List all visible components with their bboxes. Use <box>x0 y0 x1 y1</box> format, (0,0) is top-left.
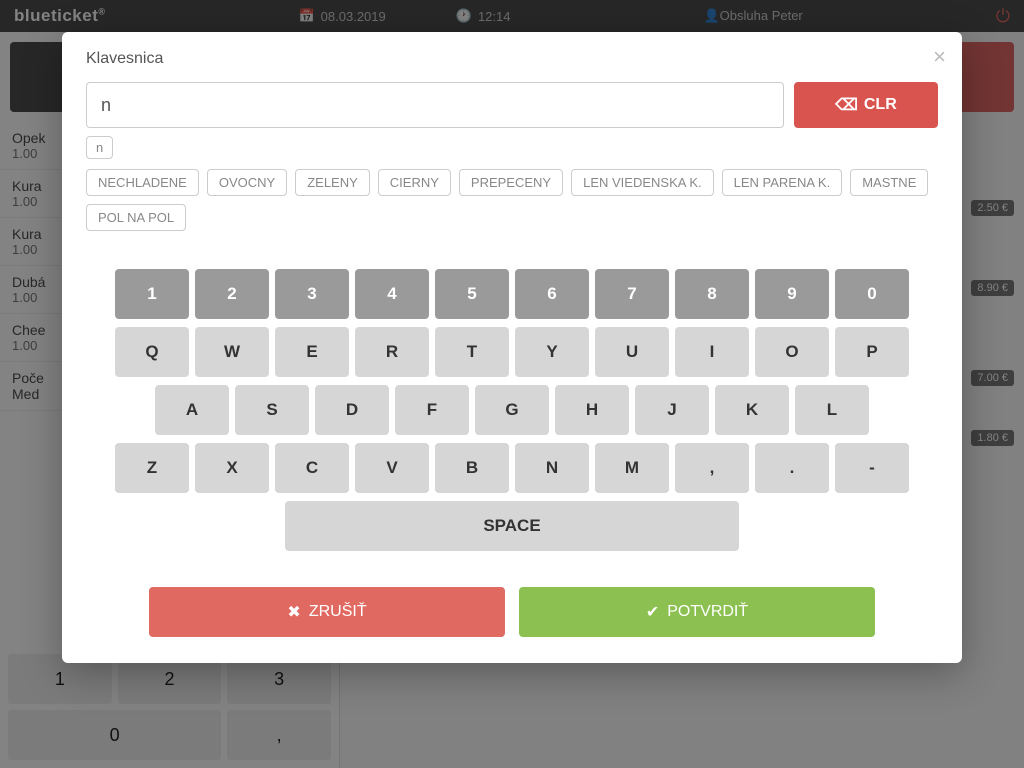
suggestion-chip[interactable]: ZELENY <box>295 169 370 196</box>
key-c[interactable]: C <box>275 443 349 493</box>
key-1[interactable]: 1 <box>115 269 189 319</box>
key-space[interactable]: SPACE <box>285 501 739 551</box>
suggestion-chip[interactable]: PREPECENY <box>459 169 563 196</box>
suggestion-row: NECHLADENE OVOCNY ZELENY CIERNY PREPECENY LEN… <box>86 169 938 231</box>
key-u[interactable]: U <box>595 327 669 377</box>
suggestion-chip[interactable]: CIERNY <box>378 169 451 196</box>
keyboard-row: ASDFGHJKL <box>155 385 869 435</box>
suggestion-chip[interactable]: OVOCNY <box>207 169 287 196</box>
key-b[interactable]: B <box>435 443 509 493</box>
key-3[interactable]: 3 <box>275 269 349 319</box>
key-k[interactable]: K <box>715 385 789 435</box>
suggestion-chip[interactable]: LEN PARENA K. <box>722 169 843 196</box>
backspace-icon: ⌫ <box>835 95 858 115</box>
cancel-label: ZRUŠIŤ <box>309 603 367 621</box>
key-v[interactable]: V <box>355 443 429 493</box>
suggestion-chip[interactable]: POL NA POL <box>86 204 186 231</box>
key-s[interactable]: S <box>235 385 309 435</box>
key-q[interactable]: Q <box>115 327 189 377</box>
onscreen-keyboard: 1234567890 QWERTYUIOP ASDFGHJKL ZXCVBNM,… <box>86 269 938 551</box>
key-f[interactable]: F <box>395 385 469 435</box>
key-4[interactable]: 4 <box>355 269 429 319</box>
key-2[interactable]: 2 <box>195 269 269 319</box>
suggestion-chip[interactable]: LEN VIEDENSKA K. <box>571 169 714 196</box>
key-z[interactable]: Z <box>115 443 189 493</box>
confirm-label: POTVRDIŤ <box>667 603 748 621</box>
key-7[interactable]: 7 <box>595 269 669 319</box>
key-0[interactable]: 0 <box>835 269 909 319</box>
suggestion-chip[interactable]: MASTNE <box>850 169 928 196</box>
key-6[interactable]: 6 <box>515 269 589 319</box>
key--[interactable]: - <box>835 443 909 493</box>
keyboard-row: QWERTYUIOP <box>115 327 909 377</box>
key-p[interactable]: P <box>835 327 909 377</box>
key-r[interactable]: R <box>355 327 429 377</box>
key-o[interactable]: O <box>755 327 829 377</box>
key-8[interactable]: 8 <box>675 269 749 319</box>
mini-tag[interactable]: n <box>86 136 113 159</box>
suggestion-chip[interactable]: NECHLADENE <box>86 169 199 196</box>
key-t[interactable]: T <box>435 327 509 377</box>
keyboard-row: ZXCVBNM,.- <box>115 443 909 493</box>
key-i[interactable]: I <box>675 327 749 377</box>
key-h[interactable]: H <box>555 385 629 435</box>
key-5[interactable]: 5 <box>435 269 509 319</box>
key-,[interactable]: , <box>675 443 749 493</box>
check-icon: ✔ <box>646 602 659 622</box>
keyboard-row: 1234567890 <box>115 269 909 319</box>
confirm-button[interactable]: ✔ POTVRDIŤ <box>519 587 875 637</box>
key-g[interactable]: G <box>475 385 549 435</box>
keyboard-input[interactable] <box>86 82 784 128</box>
key-j[interactable]: J <box>635 385 709 435</box>
key-e[interactable]: E <box>275 327 349 377</box>
key-y[interactable]: Y <box>515 327 589 377</box>
key-w[interactable]: W <box>195 327 269 377</box>
modal-overlay: × Klavesnica ⌫ CLR n NECHLADENEOVOCNYZEL… <box>0 0 1024 768</box>
key-m[interactable]: M <box>595 443 669 493</box>
key-l[interactable]: L <box>795 385 869 435</box>
modal-title: Klavesnica <box>86 50 938 68</box>
key-d[interactable]: D <box>315 385 389 435</box>
key-.[interactable]: . <box>755 443 829 493</box>
key-x[interactable]: X <box>195 443 269 493</box>
key-9[interactable]: 9 <box>755 269 829 319</box>
key-n[interactable]: N <box>515 443 589 493</box>
close-icon: ✖ <box>287 602 300 622</box>
clear-button[interactable]: ⌫ CLR <box>794 82 938 128</box>
clear-label: CLR <box>864 96 897 114</box>
cancel-button[interactable]: ✖ ZRUŠIŤ <box>149 587 505 637</box>
keyboard-modal: × Klavesnica ⌫ CLR n NECHLADENEOVOCNYZEL… <box>62 32 962 663</box>
key-a[interactable]: A <box>155 385 229 435</box>
close-icon[interactable]: × <box>933 44 946 70</box>
